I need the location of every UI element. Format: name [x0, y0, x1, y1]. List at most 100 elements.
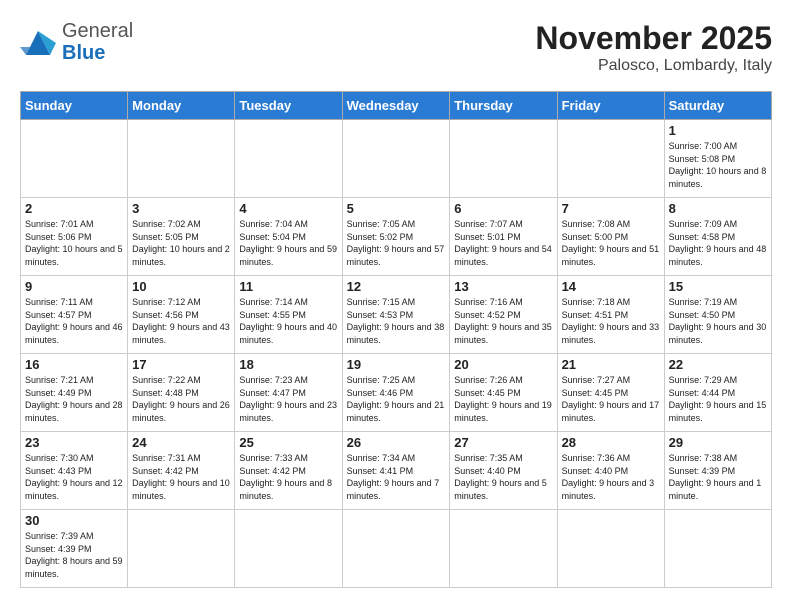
- month-title: November 2025: [535, 20, 772, 57]
- day-number: 18: [239, 357, 337, 372]
- day-info: Sunrise: 7:22 AM Sunset: 4:48 PM Dayligh…: [132, 374, 230, 424]
- day-header-tuesday: Tuesday: [235, 92, 342, 120]
- day-info: Sunrise: 7:02 AM Sunset: 5:05 PM Dayligh…: [132, 218, 230, 268]
- calendar-cell: 14Sunrise: 7:18 AM Sunset: 4:51 PM Dayli…: [557, 276, 664, 354]
- calendar-cell: 12Sunrise: 7:15 AM Sunset: 4:53 PM Dayli…: [342, 276, 450, 354]
- day-info: Sunrise: 7:25 AM Sunset: 4:46 PM Dayligh…: [347, 374, 446, 424]
- logo-general: General: [62, 20, 133, 42]
- day-info: Sunrise: 7:38 AM Sunset: 4:39 PM Dayligh…: [669, 452, 767, 502]
- day-info: Sunrise: 7:36 AM Sunset: 4:40 PM Dayligh…: [562, 452, 660, 502]
- day-info: Sunrise: 7:16 AM Sunset: 4:52 PM Dayligh…: [454, 296, 552, 346]
- calendar-cell: 6 Sunrise: 7:07 AM Sunset: 5:01 PM Daylig…: [450, 198, 557, 276]
- calendar-cell: 1 Sunrise: 7:00 AM Sunset: 5:08 PM Daylig…: [664, 120, 771, 198]
- day-info: Sunrise: 7:00 AM Sunset: 5:08 PM Dayligh…: [669, 140, 767, 190]
- calendar-cell: [557, 510, 664, 588]
- day-info: Sunrise: 7:14 AM Sunset: 4:55 PM Dayligh…: [239, 296, 337, 346]
- day-info: Sunrise: 7:34 AM Sunset: 4:41 PM Dayligh…: [347, 452, 446, 502]
- day-header-saturday: Saturday: [664, 92, 771, 120]
- day-header-wednesday: Wednesday: [342, 92, 450, 120]
- location-title: Palosco, Lombardy, Italy: [535, 57, 772, 75]
- day-number: 19: [347, 357, 446, 372]
- calendar-cell: 20 Sunrise: 7:26 AM Sunset: 4:45 PM Dayli…: [450, 354, 557, 432]
- day-header-friday: Friday: [557, 92, 664, 120]
- day-info: Sunrise: 7:05 AM Sunset: 5:02 PM Dayligh…: [347, 218, 446, 268]
- calendar-cell: 5 Sunrise: 7:05 AM Sunset: 5:02 PM Daylig…: [342, 198, 450, 276]
- calendar-cell: 2Sunrise: 7:01 AM Sunset: 5:06 PM Daylig…: [21, 198, 128, 276]
- week-row-2: 2Sunrise: 7:01 AM Sunset: 5:06 PM Daylig…: [21, 198, 772, 276]
- calendar-cell: 13 Sunrise: 7:16 AM Sunset: 4:52 PM Dayli…: [450, 276, 557, 354]
- day-number: 25: [239, 435, 337, 450]
- day-number: 1: [669, 123, 767, 138]
- calendar-cell: [128, 120, 235, 198]
- calendar-cell: 11 Sunrise: 7:14 AM Sunset: 4:55 PM Dayli…: [235, 276, 342, 354]
- day-info: Sunrise: 7:07 AM Sunset: 5:01 PM Dayligh…: [454, 218, 552, 268]
- day-number: 27: [454, 435, 552, 450]
- day-info: Sunrise: 7:26 AM Sunset: 4:45 PM Dayligh…: [454, 374, 552, 424]
- day-number: 17: [132, 357, 230, 372]
- calendar-cell: 3 Sunrise: 7:02 AM Sunset: 5:05 PM Daylig…: [128, 198, 235, 276]
- calendar-cell: [342, 120, 450, 198]
- calendar-cell: 28 Sunrise: 7:36 AM Sunset: 4:40 PM Dayli…: [557, 432, 664, 510]
- page-header: General Blue November 2025 Palosco, Lomb…: [20, 20, 772, 75]
- calendar-header-row: SundayMondayTuesdayWednesdayThursdayFrid…: [21, 92, 772, 120]
- calendar-cell: 23 Sunrise: 7:30 AM Sunset: 4:43 PM Dayli…: [21, 432, 128, 510]
- week-row-3: 9Sunrise: 7:11 AM Sunset: 4:57 PM Daylig…: [21, 276, 772, 354]
- logo-icon: [20, 27, 56, 57]
- calendar-table: SundayMondayTuesdayWednesdayThursdayFrid…: [20, 91, 772, 588]
- day-header-thursday: Thursday: [450, 92, 557, 120]
- day-info: Sunrise: 7:29 AM Sunset: 4:44 PM Dayligh…: [669, 374, 767, 424]
- calendar-cell: 19 Sunrise: 7:25 AM Sunset: 4:46 PM Dayli…: [342, 354, 450, 432]
- day-number: 24: [132, 435, 230, 450]
- day-info: Sunrise: 7:39 AM Sunset: 4:39 PM Dayligh…: [25, 530, 123, 580]
- logo-text: General Blue: [62, 20, 133, 64]
- calendar-cell: 17 Sunrise: 7:22 AM Sunset: 4:48 PM Dayli…: [128, 354, 235, 432]
- calendar-cell: [235, 510, 342, 588]
- day-number: 3: [132, 201, 230, 216]
- day-number: 28: [562, 435, 660, 450]
- day-info: Sunrise: 7:21 AM Sunset: 4:49 PM Dayligh…: [25, 374, 123, 424]
- day-number: 30: [25, 513, 123, 528]
- day-header-monday: Monday: [128, 92, 235, 120]
- day-number: 6: [454, 201, 552, 216]
- day-info: Sunrise: 7:30 AM Sunset: 4:43 PM Dayligh…: [25, 452, 123, 502]
- calendar-cell: 10Sunrise: 7:12 AM Sunset: 4:56 PM Dayli…: [128, 276, 235, 354]
- day-number: 21: [562, 357, 660, 372]
- day-number: 16: [25, 357, 123, 372]
- day-number: 26: [347, 435, 446, 450]
- day-number: 20: [454, 357, 552, 372]
- week-row-1: 1 Sunrise: 7:00 AM Sunset: 5:08 PM Daylig…: [21, 120, 772, 198]
- day-info: Sunrise: 7:27 AM Sunset: 4:45 PM Dayligh…: [562, 374, 660, 424]
- day-number: 11: [239, 279, 337, 294]
- calendar-cell: 30 Sunrise: 7:39 AM Sunset: 4:39 PM Dayli…: [21, 510, 128, 588]
- day-number: 7: [562, 201, 660, 216]
- day-number: 13: [454, 279, 552, 294]
- day-info: Sunrise: 7:19 AM Sunset: 4:50 PM Dayligh…: [669, 296, 767, 346]
- calendar-cell: [235, 120, 342, 198]
- calendar-cell: 16 Sunrise: 7:21 AM Sunset: 4:49 PM Dayli…: [21, 354, 128, 432]
- day-info: Sunrise: 7:01 AM Sunset: 5:06 PM Dayligh…: [25, 218, 123, 268]
- day-info: Sunrise: 7:33 AM Sunset: 4:42 PM Dayligh…: [239, 452, 337, 502]
- day-info: Sunrise: 7:35 AM Sunset: 4:40 PM Dayligh…: [454, 452, 552, 502]
- week-row-4: 16 Sunrise: 7:21 AM Sunset: 4:49 PM Dayli…: [21, 354, 772, 432]
- calendar-cell: [664, 510, 771, 588]
- logo: General Blue: [20, 20, 133, 64]
- calendar-cell: 8Sunrise: 7:09 AM Sunset: 4:58 PM Daylig…: [664, 198, 771, 276]
- calendar-cell: 29 Sunrise: 7:38 AM Sunset: 4:39 PM Dayli…: [664, 432, 771, 510]
- calendar-cell: 27 Sunrise: 7:35 AM Sunset: 4:40 PM Dayli…: [450, 432, 557, 510]
- day-number: 29: [669, 435, 767, 450]
- calendar-cell: [21, 120, 128, 198]
- day-number: 23: [25, 435, 123, 450]
- title-block: November 2025 Palosco, Lombardy, Italy: [535, 20, 772, 75]
- day-number: 5: [347, 201, 446, 216]
- calendar-cell: [450, 510, 557, 588]
- day-number: 10: [132, 279, 230, 294]
- calendar-cell: 15 Sunrise: 7:19 AM Sunset: 4:50 PM Dayli…: [664, 276, 771, 354]
- calendar-cell: 9Sunrise: 7:11 AM Sunset: 4:57 PM Daylig…: [21, 276, 128, 354]
- week-row-6: 30 Sunrise: 7:39 AM Sunset: 4:39 PM Dayli…: [21, 510, 772, 588]
- calendar-cell: [450, 120, 557, 198]
- day-info: Sunrise: 7:09 AM Sunset: 4:58 PM Dayligh…: [669, 218, 767, 268]
- day-number: 14: [562, 279, 660, 294]
- calendar-cell: 7Sunrise: 7:08 AM Sunset: 5:00 PM Daylig…: [557, 198, 664, 276]
- day-number: 15: [669, 279, 767, 294]
- day-number: 22: [669, 357, 767, 372]
